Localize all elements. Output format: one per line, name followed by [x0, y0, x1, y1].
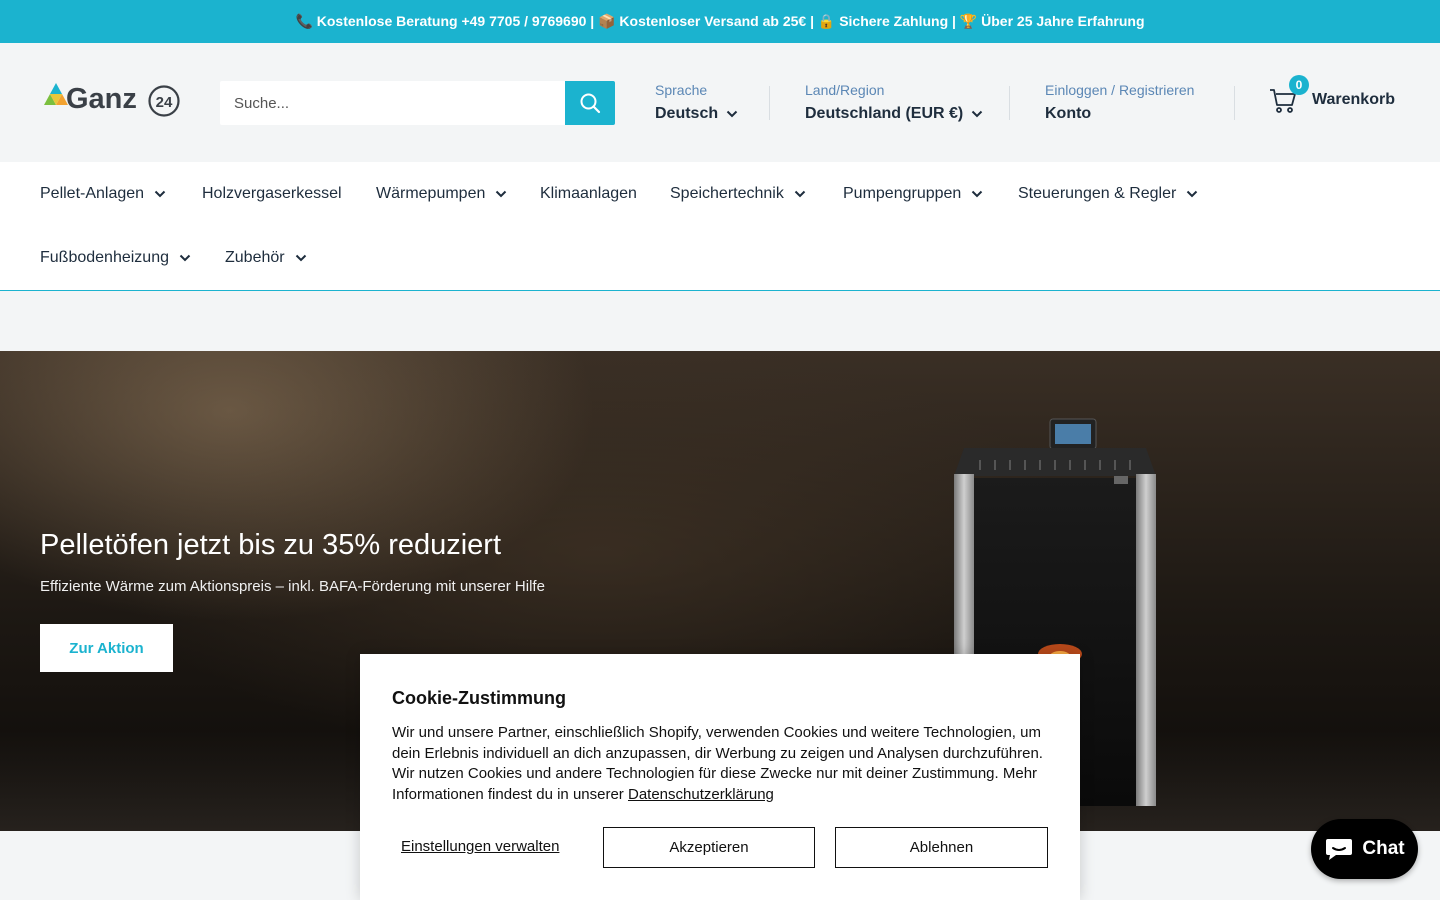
chevron-down-icon — [154, 190, 166, 198]
chat-bubble-icon — [1326, 839, 1353, 860]
accept-button[interactable]: Akzeptieren — [603, 827, 815, 868]
nav-item-label: Pellet-Anlagen — [40, 185, 145, 202]
nav-item-holzvergaserkessel[interactable]: Holzvergaserkessel — [202, 184, 342, 204]
chat-label: Chat — [1362, 838, 1405, 859]
chevron-down-icon — [726, 110, 738, 118]
nav-item-label: Klimaanlagen — [540, 185, 637, 202]
language-selector[interactable]: Sprache Deutsch — [655, 80, 738, 127]
nav-item-pumpengruppen[interactable]: Pumpengruppen — [843, 184, 983, 204]
nav-item-zubehoer[interactable]: Zubehör — [225, 248, 307, 268]
nav-item-label: Wärmepumpen — [376, 185, 486, 202]
cookie-consent-dialog: Cookie-Zustimmung Wir und unsere Partner… — [360, 654, 1080, 900]
account-label: Einloggen / Registrieren — [1045, 82, 1195, 98]
main-navigation: Pellet-Anlagen Holzvergaserkessel Wärmep… — [0, 162, 1440, 291]
site-header: Ganz 24 Sprache Deutsch Land/Region Deut… — [0, 43, 1440, 162]
cart-link[interactable]: 0 Warenkorb — [1268, 75, 1395, 115]
cookie-actions: Einstellungen verwalten Akzeptieren Able… — [392, 827, 1048, 868]
cart-icon: 0 — [1268, 75, 1309, 115]
hero-cta-button[interactable]: Zur Aktion — [40, 624, 173, 672]
cookie-title: Cookie-Zustimmung — [392, 688, 566, 708]
nav-item-steuerungen-regler[interactable]: Steuerungen & Regler — [1018, 184, 1198, 204]
nav-item-klimaanlagen[interactable]: Klimaanlagen — [540, 184, 637, 204]
nav-item-label: Steuerungen & Regler — [1018, 185, 1177, 202]
search-button[interactable] — [565, 81, 615, 125]
chat-button[interactable]: Chat — [1311, 819, 1418, 879]
nav-item-fussbodenheizung[interactable]: Fußbodenheizung — [40, 248, 191, 268]
nav-item-pellet-anlagen[interactable]: Pellet-Anlagen — [40, 184, 166, 204]
announcement-bar: 📞 Kostenlose Beratung +49 7705 / 9769690… — [0, 0, 1440, 43]
cart-label: Warenkorb — [1312, 91, 1395, 108]
region-label: Land/Region — [805, 82, 885, 98]
nav-item-label: Fußbodenheizung — [40, 249, 169, 266]
nav-item-label: Pumpengruppen — [843, 185, 962, 202]
announcement-text: 📞 Kostenlose Beratung +49 7705 / 9769690… — [295, 13, 1145, 29]
account-link[interactable]: Einloggen / Registrieren Konto — [1045, 80, 1194, 127]
chevron-down-icon — [972, 110, 983, 118]
ganz24-logo[interactable]: Ganz 24 — [40, 81, 182, 123]
chevron-down-icon — [972, 190, 983, 198]
logo-suffix: 24 — [156, 94, 173, 111]
nav-item-label: Speichertechnik — [670, 185, 784, 202]
language-label: Sprache — [655, 82, 708, 98]
chevron-down-icon — [1187, 190, 1198, 198]
search-icon — [580, 93, 601, 114]
nav-item-label: Zubehör — [225, 249, 285, 266]
chevron-down-icon — [794, 190, 806, 198]
hero-subtitle: Effiziente Wärme zum Aktionspreis – inkl… — [40, 578, 545, 595]
chevron-down-icon — [295, 254, 306, 262]
language-value: Deutsch — [655, 105, 719, 122]
nav-item-label: Holzvergaserkessel — [202, 185, 342, 202]
divider — [1009, 86, 1010, 120]
hero-title: Pelletöfen jetzt bis zu 35% reduziert — [40, 529, 502, 561]
cookie-text: Wir und unsere Partner, einschließlich S… — [392, 723, 1048, 806]
logo-text: Ganz — [66, 83, 137, 115]
manage-settings-button[interactable]: Einstellungen verwalten — [401, 838, 559, 855]
decline-button[interactable]: Ablehnen — [835, 827, 1048, 868]
cart-count-badge: 0 — [1289, 75, 1309, 95]
chevron-down-icon — [496, 190, 507, 198]
search-input[interactable] — [220, 81, 565, 125]
search-bar — [220, 81, 615, 125]
region-value: Deutschland (EUR €) — [805, 105, 964, 122]
chevron-down-icon — [179, 254, 191, 262]
region-selector[interactable]: Land/Region Deutschland (EUR €) — [805, 80, 983, 127]
privacy-policy-link[interactable]: Datenschutzerklärung — [628, 786, 774, 803]
divider — [769, 86, 770, 120]
divider — [1234, 86, 1235, 120]
nav-item-speichertechnik[interactable]: Speichertechnik — [670, 184, 806, 204]
account-value: Konto — [1045, 105, 1092, 122]
nav-item-waermepumpen[interactable]: Wärmepumpen — [376, 184, 507, 204]
